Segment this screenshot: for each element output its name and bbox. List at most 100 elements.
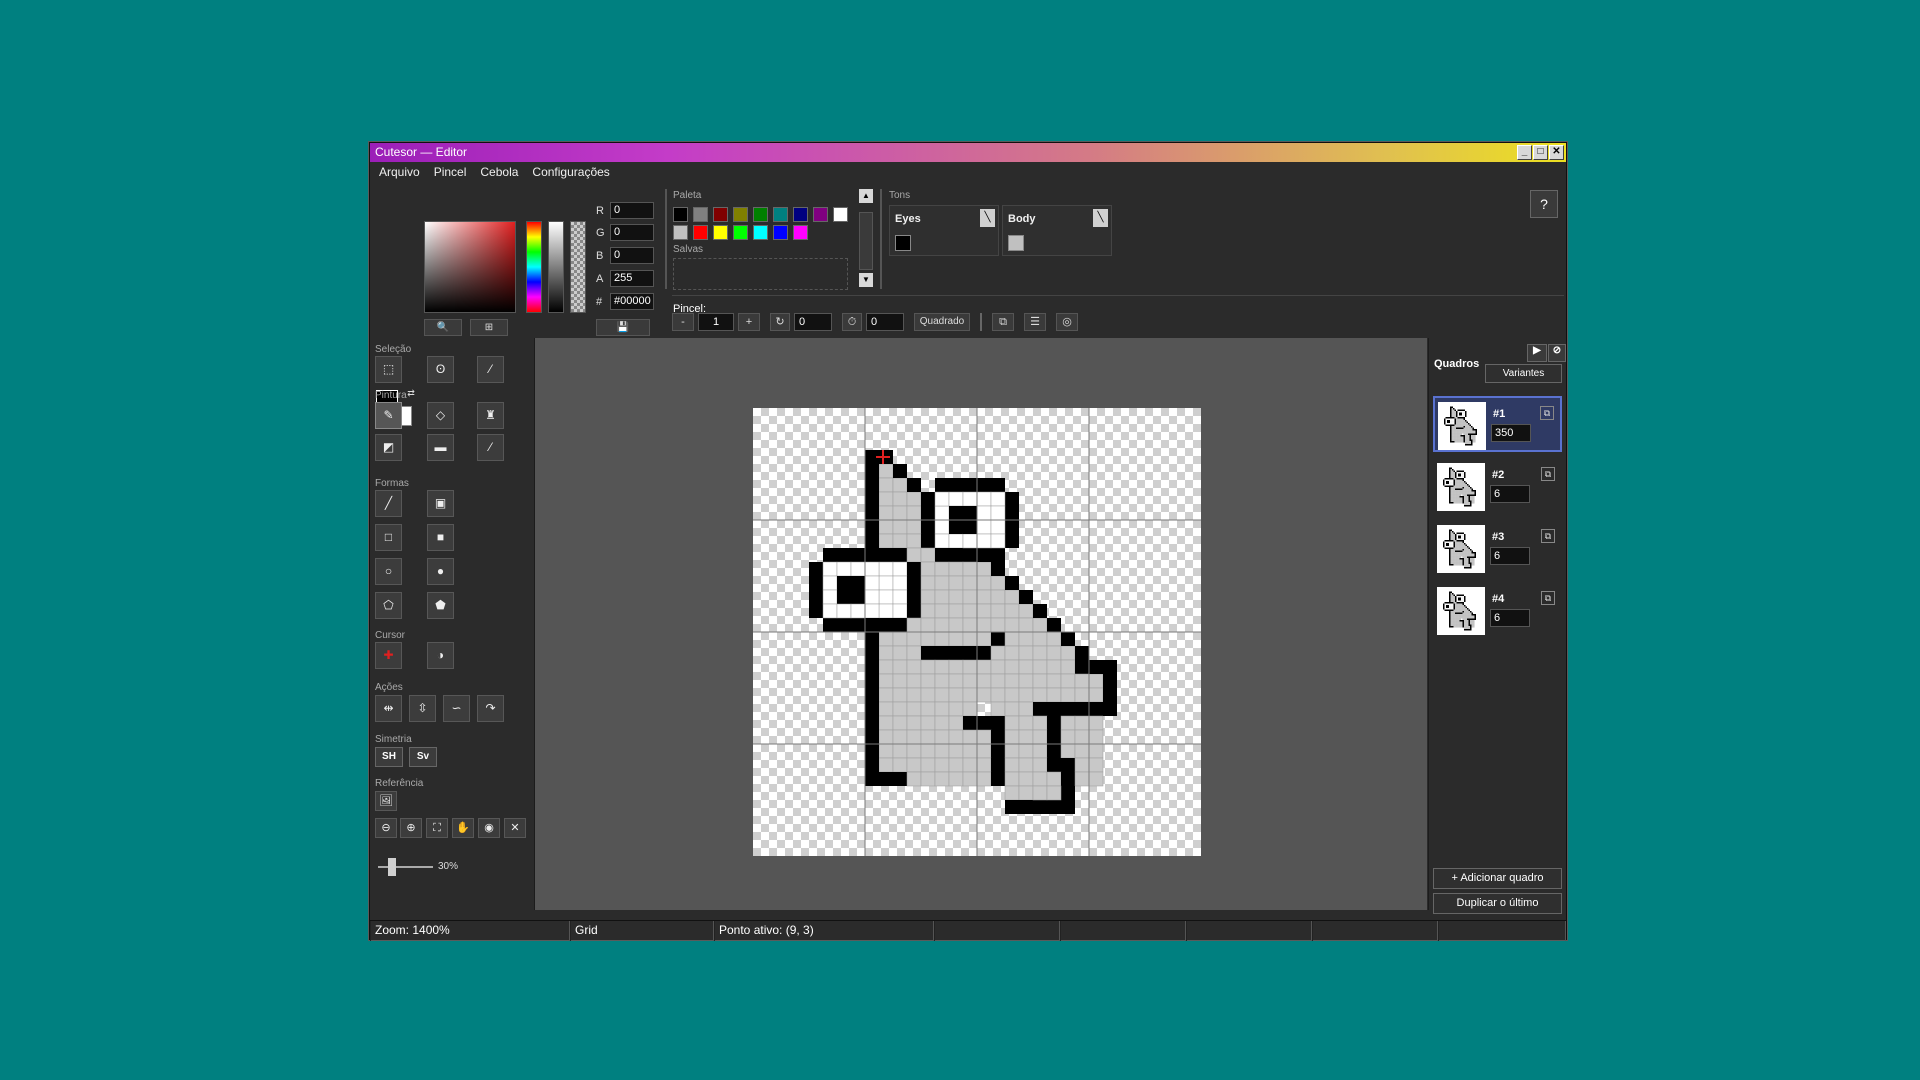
green-input[interactable]: 0 [610, 224, 654, 241]
tone-card-eyes[interactable]: Eyes ╲ [889, 205, 999, 256]
palette-swatch[interactable] [733, 225, 748, 240]
hotspot-icon[interactable]: ✚ [375, 642, 402, 669]
pan-hand-icon[interactable]: ✋ [452, 818, 474, 838]
close-button[interactable]: ✕ [1549, 145, 1564, 160]
rect-frame-icon[interactable]: ▣ [427, 490, 454, 517]
pixel-canvas[interactable] [753, 408, 1201, 856]
tone-card-body[interactable]: Body ╲ [1002, 205, 1112, 256]
alpha-slider[interactable] [570, 221, 586, 313]
tone-swatch[interactable] [1008, 235, 1024, 251]
symmetry-vertical-button[interactable]: Sv [409, 747, 437, 767]
symmetry-horizontal-button[interactable]: SH [375, 747, 403, 767]
palette-swatch[interactable] [673, 207, 688, 222]
palette-swatch[interactable] [773, 207, 788, 222]
brush-size-increase-button[interactable]: + [738, 313, 760, 331]
fill-bucket-icon[interactable]: ♜ [477, 402, 504, 429]
layers-icon[interactable]: ⧉ [992, 313, 1014, 331]
copy-frame-icon[interactable]: ⧉ [1541, 591, 1555, 605]
flip-horizontal-icon[interactable]: ⇹ [375, 695, 402, 722]
rotate-icon[interactable]: ↻ [770, 313, 790, 331]
rectangle-icon[interactable]: □ [375, 524, 402, 551]
palette-swatch[interactable] [673, 225, 688, 240]
hex-input[interactable]: #00000 [610, 293, 654, 310]
brightness-slider[interactable] [548, 221, 564, 313]
palette-icon[interactable]: ◎ [1056, 313, 1078, 331]
filled-rectangle-icon[interactable]: ■ [427, 524, 454, 551]
eraser-icon[interactable]: ◇ [427, 402, 454, 429]
tone-swatch[interactable] [895, 235, 911, 251]
filled-ellipse-icon[interactable]: ● [427, 558, 454, 585]
palette-swatch[interactable] [693, 207, 708, 222]
flip-vertical-icon[interactable]: ⇳ [409, 695, 436, 722]
minimize-button[interactable]: _ [1517, 145, 1532, 160]
palette-swatch[interactable] [713, 207, 728, 222]
duplicate-last-button[interactable]: Duplicar o último [1433, 893, 1562, 914]
palette-scroll-up[interactable]: ▲ [859, 189, 873, 203]
palette-scroll-down[interactable]: ▼ [859, 273, 873, 287]
variants-button[interactable]: Variantes [1485, 364, 1562, 383]
smooth-icon[interactable]: ∽ [443, 695, 470, 722]
frame-item[interactable]: #4 6 ⧉ [1433, 582, 1562, 638]
fit-icon[interactable]: ⛶ [426, 818, 448, 838]
brush-shape-button[interactable]: Quadrado [914, 313, 970, 331]
magic-wand-icon[interactable]: ⁄ [477, 356, 504, 383]
ellipse-icon[interactable]: ○ [375, 558, 402, 585]
timer-input[interactable]: 0 [866, 313, 904, 331]
timer-icon[interactable]: ⏱ [842, 313, 862, 331]
frame-duration-input[interactable]: 350 [1491, 424, 1531, 442]
frame-duration-input[interactable]: 6 [1490, 609, 1530, 627]
tone-edit-icon[interactable]: ╲ [980, 209, 995, 227]
reference-image-icon[interactable]: 🖼 [375, 791, 397, 811]
zoom-in-icon[interactable]: ⊕ [400, 818, 422, 838]
palette-swatch[interactable] [793, 207, 808, 222]
alpha-input[interactable]: 255 [610, 270, 654, 287]
eyedropper-icon[interactable]: ⁄ [477, 434, 504, 461]
frame-item[interactable]: #3 6 ⧉ [1433, 520, 1562, 576]
eyedropper-button[interactable]: 🔍 [424, 319, 462, 336]
lasso-icon[interactable]: ʘ [427, 356, 454, 383]
frame-duration-input[interactable]: 6 [1490, 547, 1530, 565]
title-bar[interactable]: Cutesor — Editor _ □ ✕ [370, 143, 1566, 162]
screen-pick-button[interactable]: ⊞ [470, 319, 508, 336]
copy-frame-icon[interactable]: ⧉ [1541, 529, 1555, 543]
frame-item[interactable]: #1 350 ⧉ [1433, 396, 1562, 452]
tone-edit-icon[interactable]: ╲ [1093, 209, 1108, 227]
settings-sliders-icon[interactable]: ☰ [1024, 313, 1046, 331]
palette-swatch[interactable] [773, 225, 788, 240]
palette-swatch[interactable] [713, 225, 728, 240]
palette-swatch[interactable] [813, 207, 828, 222]
rotation-input[interactable]: 0 [794, 313, 832, 331]
palette-swatch[interactable] [833, 207, 848, 222]
help-button[interactable]: ? [1530, 190, 1558, 218]
rotate-icon[interactable]: ↷ [477, 695, 504, 722]
brush-size-decrease-button[interactable]: - [672, 313, 694, 331]
gradient-icon[interactable]: ▬ [427, 434, 454, 461]
pencil-icon[interactable]: ✎ [375, 402, 402, 429]
contrast-icon[interactable]: ◑ [427, 642, 454, 669]
reference-opacity-slider[interactable] [378, 866, 433, 868]
palette-swatch[interactable] [693, 225, 708, 240]
brush-size-input[interactable]: 1 [698, 313, 734, 331]
red-input[interactable]: 0 [610, 202, 654, 219]
palette-scrollbar[interactable] [859, 212, 873, 270]
menu-arquivo[interactable]: Arquivo [373, 162, 428, 182]
copy-frame-icon[interactable]: ⧉ [1540, 406, 1554, 420]
reference-opacity-knob[interactable] [388, 858, 396, 876]
copy-frame-icon[interactable]: ⧉ [1541, 467, 1555, 481]
add-frame-button[interactable]: + Adicionar quadro [1433, 868, 1562, 889]
menu-cebola[interactable]: Cebola [474, 162, 526, 182]
line-icon[interactable]: ╱ [375, 490, 402, 517]
maximize-button[interactable]: □ [1533, 145, 1548, 160]
menu-pincel[interactable]: Pincel [428, 162, 475, 182]
hue-slider[interactable] [526, 221, 542, 313]
play-icon[interactable]: ▶ [1527, 344, 1547, 362]
visibility-icon[interactable]: ◉ [478, 818, 500, 838]
canvas-area[interactable] [534, 338, 1427, 910]
filled-polygon-icon[interactable]: ⬟ [427, 592, 454, 619]
onion-skin-toggle-icon[interactable]: ⊘ [1548, 344, 1566, 362]
rect-select-icon[interactable]: ⬚ [375, 356, 402, 383]
zoom-out-icon[interactable]: ⊖ [375, 818, 397, 838]
saturation-value-picker[interactable] [424, 221, 516, 313]
save-color-button[interactable]: 💾 [596, 319, 650, 336]
frame-duration-input[interactable]: 6 [1490, 485, 1530, 503]
